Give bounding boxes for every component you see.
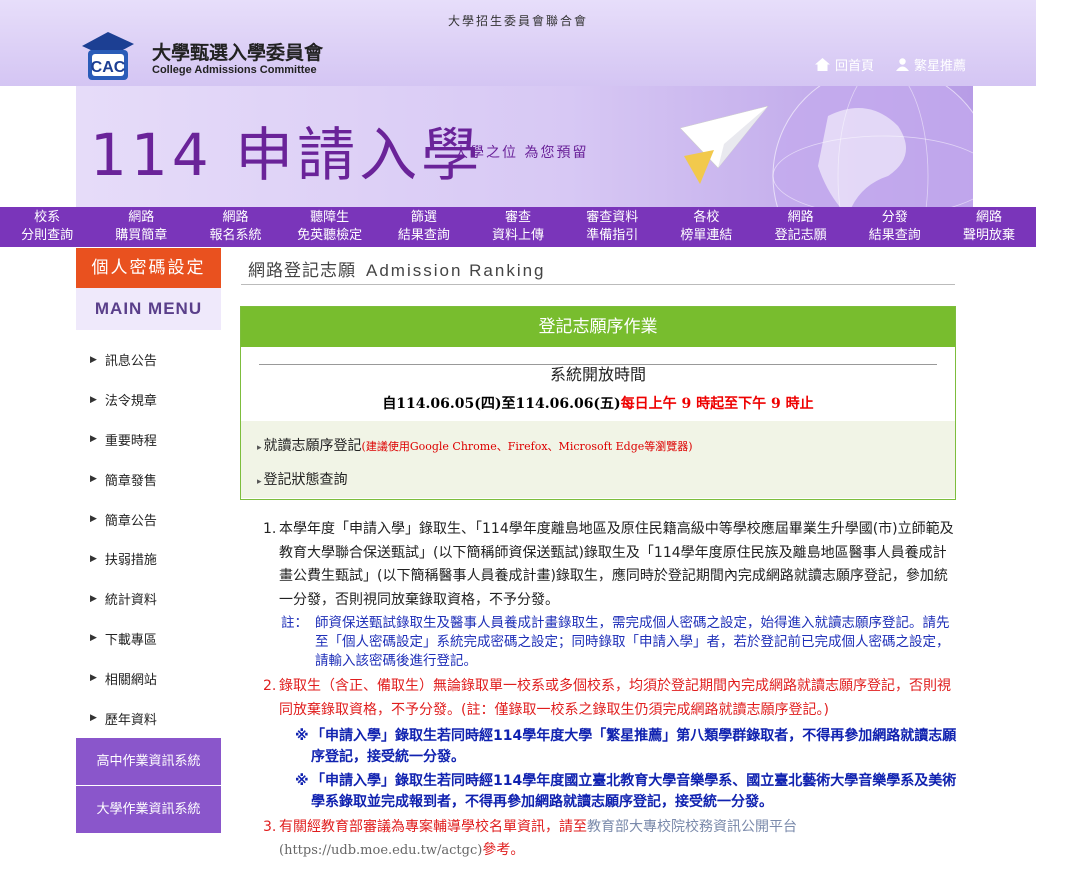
nav-item-school-lists[interactable]: 各校 榜單連結 (659, 207, 753, 247)
nav-item-buy-brochure[interactable]: 網路 購買簡章 (94, 207, 188, 247)
status-query-link[interactable]: ▸ 登記狀態查詢 (257, 469, 348, 489)
menu-item-brochure-sale[interactable]: ▶ 簡章發售 (76, 459, 221, 499)
org-name: 大學招生委員會聯合會 (447, 14, 588, 28)
banner-main: 申請入學 (235, 121, 484, 189)
menu-item-announcements[interactable]: ▶ 訊息公告 (76, 340, 221, 380)
ranking-box: 登記志願序作業 系統開放時間 自114.06.05(四)至114.06.06(五… (240, 306, 956, 500)
arrow-right-icon: ▶ (90, 553, 97, 564)
star-link-label: 繁星推薦 (913, 59, 966, 74)
logo-title[interactable]: 大學甄選入學委員會 (152, 38, 323, 65)
list-item: 1. 本學年度「申請入學」錄取生、「114學年度離島地區及原住民籍高級中等學校應屆… (263, 521, 954, 608)
logo-subtitle: College Admissions Committee (152, 64, 317, 76)
banner: 114 申請入學 大學之位 為您預留 (76, 86, 973, 207)
nav-item-hearing-exempt[interactable]: 聽障生 免英聽檢定 (283, 207, 377, 247)
ranking-entry-link[interactable]: ▸ 就讀志願序登記(建議使用Google Chrome、Firefox、Micro… (257, 435, 693, 455)
nav-item-assignment-result[interactable]: 分發 結果查詢 (848, 207, 942, 247)
banner-title: 114 申請入學 (90, 108, 483, 192)
main-content: 網路登記志願 Admission Ranking 登記志願序作業 系統開放時間 自… (221, 248, 973, 893)
notice-list: 1. 本學年度「申請入學」錄取生、「114學年度離島地區及原住民籍高級中等學校應屆… (257, 518, 957, 863)
banner-slogan: 大學之位 為您預留 (454, 145, 589, 161)
arrow-right-icon: ▶ (90, 474, 97, 485)
menu-item-schedule[interactable]: ▶ 重要時程 (76, 420, 221, 460)
moe-platform-link[interactable]: 教育部大專校院校務資訊公開平台 (587, 819, 797, 835)
highschool-system-button[interactable]: 高中作業資訊系統 (76, 738, 221, 785)
svg-text:CAC: CAC (91, 59, 126, 76)
open-time-section: 系統開放時間 自114.06.05(四)至114.06.06(五)每日上午 9 … (241, 347, 955, 421)
nav-item-registration[interactable]: 網路 報名系統 (188, 207, 282, 247)
user-icon (895, 58, 909, 71)
arrow-right-icon: ▶ (90, 593, 97, 604)
menu-item-related-sites[interactable]: ▶ 相關網站 (76, 658, 221, 698)
nav-item-review-upload[interactable]: 審查 資料上傳 (471, 207, 565, 247)
home-link-label: 回首頁 (834, 59, 874, 74)
arrow-right-icon: ▶ (90, 673, 97, 684)
bullet-icon: ▸ (257, 443, 262, 453)
star-link[interactable]: 繁星推薦 (895, 55, 966, 74)
menu-item-brochure-notice[interactable]: ▶ 簡章公告 (76, 499, 221, 539)
moe-url[interactable]: (https://udb.moe.edu.tw/actgc) (279, 843, 482, 858)
home-icon (814, 58, 830, 71)
side-menu: ▶ 訊息公告 ▶ 法令規章 ▶ 重要時程 ▶ 簡章發售 ▶ 簡章公告 ▶ 扶弱措施 ▶ 統計資… (76, 340, 221, 738)
list-item-star: ※ 「申請入學」錄取生若同時經114學年度大學「繁星推薦」第八類學群錄取者，不得再… (295, 727, 957, 765)
page: 大學招生委員會聯合會 CAC 大學甄選入學委員會 College Admissi… (0, 0, 1036, 893)
cac-logo-icon[interactable]: CAC (78, 26, 134, 82)
list-item-star: ※ 「申請入學」錄取生若同時經114學年度國立臺北教育大學音樂學系、國立臺北藝術大… (295, 772, 957, 810)
arrow-right-icon: ▶ (90, 633, 97, 644)
sidebar: 個人密碼設定 MAIN MENU ▶ 訊息公告 ▶ 法令規章 ▶ 重要時程 ▶ 簡章發售… (76, 248, 221, 893)
list-item: 3. 有關經教育部審議為專案輔導學校名單資訊，請至教育部大專校院校務資訊公開平台(… (263, 818, 797, 859)
password-setting-button[interactable]: 個人密碼設定 (76, 248, 221, 288)
header: 大學招生委員會聯合會 CAC 大學甄選入學委員會 College Admissi… (0, 0, 1036, 86)
ranking-links: ▸ 就讀志願序登記(建議使用Google Chrome、Firefox、Micro… (241, 421, 955, 498)
main-menu-heading: MAIN MENU (76, 288, 221, 330)
menu-item-regulations[interactable]: ▶ 法令規章 (76, 380, 221, 420)
open-time-value: 自114.06.05(四)至114.06.06(五)每日上午 9 時起至下午 9… (382, 396, 814, 412)
page-title: 網路登記志願 Admission Ranking (248, 261, 546, 281)
arrow-right-icon: ▶ (90, 354, 97, 365)
university-system-button[interactable]: 大學作業資訊系統 (76, 786, 221, 833)
title-divider (241, 284, 955, 285)
nav-item-screening-result[interactable]: 篩選 結果查詢 (377, 207, 471, 247)
arrow-right-icon: ▶ (90, 514, 97, 525)
menu-item-downloads[interactable]: ▶ 下載專區 (76, 619, 221, 659)
banner-year: 114 (90, 121, 213, 189)
menu-item-support[interactable]: ▶ 扶弱措施 (76, 539, 221, 579)
arrow-right-icon: ▶ (90, 394, 97, 405)
nav-item-review-guide[interactable]: 審查資料 準備指引 (565, 207, 659, 247)
home-link[interactable]: 回首頁 (814, 55, 874, 74)
nav-item-waiver[interactable]: 網路 聲明放棄 (942, 207, 1036, 247)
paper-plane-icon (680, 106, 769, 184)
arrow-right-icon: ▶ (90, 713, 97, 724)
bullet-icon: ▸ (257, 477, 262, 487)
nav-item-ranking[interactable]: 網路 登記志願 (754, 207, 848, 247)
menu-item-statistics[interactable]: ▶ 統計資料 (76, 579, 221, 619)
arrow-right-icon: ▶ (90, 434, 97, 445)
list-item: 2. 錄取生（含正、備取生）無論錄取單一校系或多個校系，均須於登記期間內完成網路就… (263, 678, 951, 718)
nav-item-dept-rules[interactable]: 校系 分則查詢 (0, 207, 94, 247)
menu-item-history[interactable]: ▶ 歷年資料 (76, 698, 221, 738)
main-nav: 校系 分則查詢 網路 購買簡章 網路 報名系統 聽障生 免英聽檢定 篩選 結果查詢 審查資… (0, 207, 1036, 247)
open-time-label: 系統開放時間 (543, 365, 652, 384)
ranking-box-header: 登記志願序作業 (241, 307, 955, 347)
list-item-note: 註： 師資保送甄試錄取生及醫事人員養成計畫錄取生，需完成個人密碼之設定，始得進入就… (281, 615, 950, 670)
